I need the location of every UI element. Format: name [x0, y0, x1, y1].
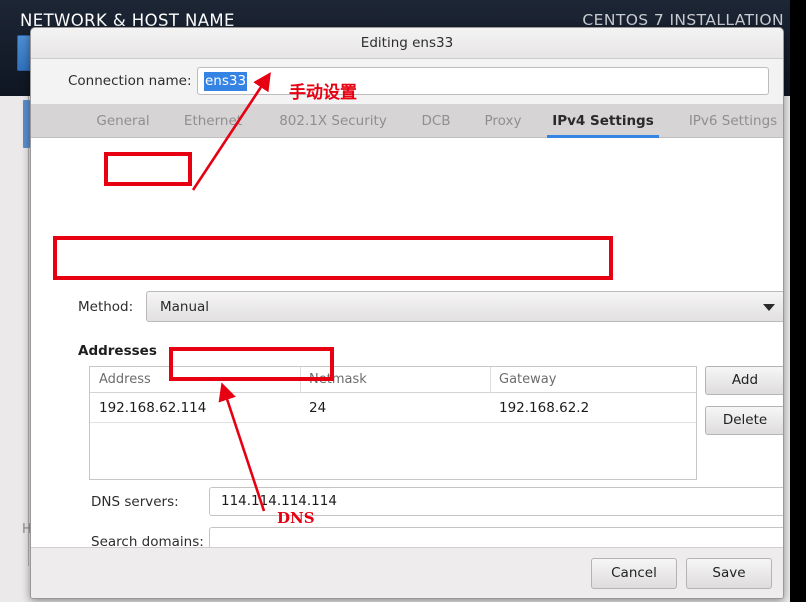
cancel-button[interactable]: Cancel: [591, 558, 677, 589]
method-label: Method:: [78, 299, 134, 315]
save-button[interactable]: Save: [686, 558, 772, 589]
tab-proxy[interactable]: Proxy: [477, 104, 529, 138]
dialog-footer: Cancel Save: [31, 547, 783, 598]
ipv4-settings-panel: Method: Manual Addresses Address Netmask…: [31, 138, 783, 597]
add-address-button[interactable]: Add: [705, 366, 783, 395]
column-divider: [490, 367, 491, 393]
addresses-table[interactable]: Address Netmask Gateway 192.168.62.114 2…: [89, 366, 697, 480]
editing-connection-dialog: Editing ens33 Connection name: ens33 Gen…: [30, 27, 784, 599]
installer-divider: [28, 96, 29, 566]
settings-tabs: General Ethernet 802.1X Security DCB Proxy IP…: [31, 104, 783, 138]
tab-general[interactable]: General: [86, 104, 160, 138]
column-divider: [300, 367, 301, 393]
tab-ipv6-settings[interactable]: IPv6 Settings: [677, 104, 783, 138]
dialog-titlebar[interactable]: Editing ens33: [31, 28, 783, 59]
tab-ethernet[interactable]: Ethernet: [174, 104, 252, 138]
connection-name-row: Connection name: ens33: [31, 59, 783, 104]
column-header-netmask: Netmask: [309, 372, 367, 387]
cell-gateway: 192.168.62.2: [499, 400, 590, 416]
tab-ipv4-settings[interactable]: IPv4 Settings: [547, 104, 659, 138]
table-row[interactable]: 192.168.62.114 24 192.168.62.2: [90, 393, 696, 423]
method-dropdown[interactable]: Manual: [146, 291, 783, 322]
connection-name-label: Connection name:: [68, 73, 192, 89]
dns-servers-input[interactable]: 114.114.114.114: [209, 487, 783, 516]
tab-dcb[interactable]: DCB: [416, 104, 456, 138]
tab-802-1x-security[interactable]: 802.1X Security: [265, 104, 401, 138]
addresses-section-label: Addresses: [78, 343, 157, 359]
screen: H NETWORK & HOST NAME CENTOS 7 INSTALLAT…: [0, 0, 806, 602]
cell-netmask: 24: [309, 400, 327, 416]
column-header-gateway: Gateway: [499, 372, 557, 387]
dns-servers-label: DNS servers:: [91, 494, 179, 510]
connection-name-value: ens33: [204, 72, 248, 91]
installer-selected-item-marker[interactable]: [23, 100, 30, 148]
chevron-down-icon: [763, 304, 775, 311]
delete-address-button[interactable]: Delete: [705, 406, 783, 435]
connection-name-input[interactable]: ens33: [197, 67, 769, 95]
dialog-title: Editing ens33: [360, 35, 454, 51]
addresses-table-header: Address Netmask Gateway: [90, 367, 696, 393]
cell-address: 192.168.62.114: [99, 400, 207, 416]
column-header-address: Address: [99, 372, 151, 387]
method-value: Manual: [160, 299, 210, 315]
